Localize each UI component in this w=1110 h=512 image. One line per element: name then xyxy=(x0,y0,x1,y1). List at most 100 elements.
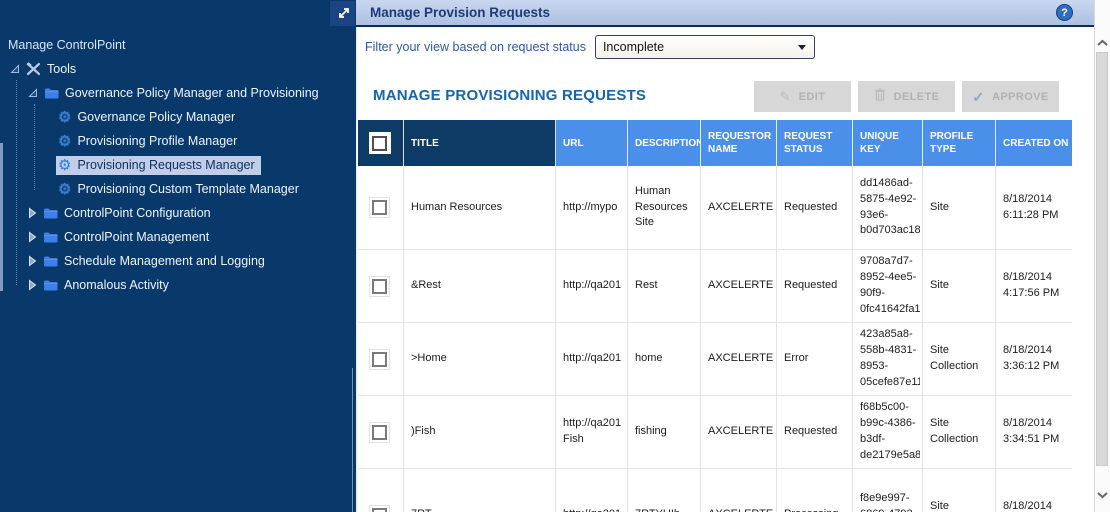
gear-icon: ⚙ xyxy=(58,134,71,149)
checkbox-box xyxy=(372,425,387,440)
cell-created-on: 8/18/2014 3:33:29 PM xyxy=(996,469,1072,512)
row-select-cell xyxy=(358,323,404,395)
select-all-checkbox[interactable] xyxy=(369,132,391,154)
sidebar-title: Manage ControlPoint xyxy=(0,33,352,57)
cell-status: Requested xyxy=(777,166,853,249)
sidebar-item-controlpoint-management[interactable]: ControlPoint Management xyxy=(0,225,352,249)
expand-arrow-icon[interactable] xyxy=(28,88,38,98)
row-checkbox[interactable] xyxy=(369,422,390,443)
trash-icon xyxy=(874,88,886,106)
table-header-row: TITLE URL DESCRIPTION REQUESTOR NAME REQ… xyxy=(358,120,1072,166)
cell-url: http://qa201 Fish xyxy=(556,396,628,468)
cell-unique-key: f68b5c00-b99c-4386-b3df-de2179e5a8c xyxy=(853,396,923,468)
sidebar-item-label: Schedule Management and Logging xyxy=(64,254,265,268)
edit-button[interactable]: ✎ EDIT xyxy=(754,81,851,112)
row-checkbox[interactable] xyxy=(369,197,390,218)
cell-created-on: 8/18/2014 4:17:56 PM xyxy=(996,250,1072,322)
cell-url: http://qa201 xyxy=(556,250,628,322)
cell-title: 7RT xyxy=(404,469,556,512)
scrollbar-thumb[interactable] xyxy=(1096,52,1108,466)
sidebar-item-provisioning-profile-manager[interactable]: ⚙ Provisioning Profile Manager xyxy=(0,129,352,153)
vertical-scrollbar[interactable] xyxy=(1094,0,1110,512)
column-header-created-on[interactable]: CREATED ON xyxy=(996,120,1072,166)
sidebar-item-label: Governance Policy Manager xyxy=(77,110,235,124)
table-row[interactable]: )Fish http://qa201 Fish fishing AXCELERT… xyxy=(358,396,1072,469)
cell-url: http://qa201 xyxy=(556,469,628,512)
cell-unique-key: 423a85a8-558b-4831-8953-05cefe87e114 xyxy=(853,323,923,395)
column-header-url[interactable]: URL xyxy=(556,120,628,166)
row-checkbox[interactable] xyxy=(369,276,390,297)
row-select-cell xyxy=(358,469,404,512)
collapse-arrow-icon[interactable] xyxy=(28,255,37,267)
checkbox-box xyxy=(372,200,387,215)
table-row[interactable]: >Home http://qa201 home AXCELERTES Error… xyxy=(358,323,1072,396)
sidebar-item-label: Governance Policy Manager and Provisioni… xyxy=(65,86,319,100)
cell-profile-type: Site Collection xyxy=(923,469,996,512)
sidebar-item-provisioning-custom-template-manager[interactable]: ⚙Provisioning Custom Template Manager xyxy=(0,177,352,201)
scroll-down-icon[interactable] xyxy=(1097,486,1108,504)
row-checkbox[interactable] xyxy=(369,349,390,370)
table-row[interactable]: Human Resources http://mypo Human Resour… xyxy=(358,166,1072,250)
cell-status: Requested xyxy=(777,250,853,322)
sidebar-item-label: Tools xyxy=(47,62,76,76)
cell-description: fishing xyxy=(628,396,701,468)
chevron-down-icon xyxy=(798,45,806,50)
approve-button[interactable]: ✓ APPROVE xyxy=(962,81,1059,112)
column-header-title[interactable]: TITLE xyxy=(404,120,556,166)
edit-button-label: EDIT xyxy=(799,91,826,103)
navigation-tree: Manage ControlPoint Tools xyxy=(0,33,352,297)
column-header-description[interactable]: DESCRIPTION xyxy=(628,120,701,166)
cell-description: 7RTYUIh xyxy=(628,469,701,512)
cell-created-on: 8/18/2014 6:11:28 PM xyxy=(996,166,1072,249)
sidebar-item-schedule-management[interactable]: Schedule Management and Logging xyxy=(0,249,352,273)
row-checkbox[interactable] xyxy=(369,505,390,512)
cell-requestor: AXCELERTES xyxy=(701,323,777,395)
sidebar-item-provisioning-requests-manager[interactable]: ⚙Provisioning Requests Manager xyxy=(0,153,352,177)
checkbox-box xyxy=(372,352,387,367)
checkbox-box xyxy=(372,279,387,294)
sidebar-item-governance-group[interactable]: Governance Policy Manager and Provisioni… xyxy=(0,81,352,105)
sidebar-item-label: Anomalous Activity xyxy=(64,278,169,292)
column-header-profile-type[interactable]: PROFILE TYPE xyxy=(923,120,996,166)
row-select-cell xyxy=(358,250,404,322)
sidebar-item-tools[interactable]: Tools xyxy=(0,57,352,81)
help-icon[interactable]: ? xyxy=(1056,4,1073,21)
table-row[interactable]: 7RT http://qa201 7RTYUIh AXCELERTES Proc… xyxy=(358,469,1072,512)
app-root: Manage ControlPoint Tools xyxy=(0,0,1110,512)
column-header-requestor-name[interactable]: REQUESTOR NAME xyxy=(701,120,777,166)
panel-titlebar: Manage Provision Requests xyxy=(356,0,1094,27)
expand-arrow-icon[interactable] xyxy=(10,64,20,74)
sidebar-item-controlpoint-configuration[interactable]: ControlPoint Configuration xyxy=(0,201,352,225)
folder-icon xyxy=(43,207,58,219)
folder-icon xyxy=(43,279,58,291)
sidebar-item-governance-policy-manager[interactable]: ⚙Governance Policy Manager xyxy=(0,105,352,129)
cell-created-on: 8/18/2014 3:36:12 PM xyxy=(996,323,1072,395)
cell-status: Processing xyxy=(777,469,853,512)
scroll-up-icon[interactable] xyxy=(1097,34,1108,52)
collapse-arrow-icon[interactable] xyxy=(28,207,37,219)
main-content: Filter your view based on request status… xyxy=(356,27,1094,512)
delete-button[interactable]: DELETE xyxy=(858,81,955,112)
filter-row: Filter your view based on request status… xyxy=(365,35,815,59)
cell-profile-type: Site xyxy=(923,166,996,249)
cell-profile-type: Site xyxy=(923,250,996,322)
provisioning-requests-table: TITLE URL DESCRIPTION REQUESTOR NAME REQ… xyxy=(358,120,1072,512)
column-header-unique-key[interactable]: UNIQUE KEY xyxy=(853,120,923,166)
action-buttons: ✎ EDIT DELETE ✓ APPROVE xyxy=(754,81,1059,112)
cell-unique-key: 9708a7d7-8952-4ee5-90f9-0fc41642fa1e xyxy=(853,250,923,322)
sidebar-item-label: ControlPoint Management xyxy=(64,230,209,244)
sidebar-item-anomalous-activity[interactable]: Anomalous Activity xyxy=(0,273,352,297)
cell-url: http://mypo xyxy=(556,166,628,249)
popout-button[interactable] xyxy=(330,1,355,26)
cell-description: Rest xyxy=(628,250,701,322)
table-row[interactable]: &Rest http://qa201 Rest AXCELERTES Reque… xyxy=(358,250,1072,323)
sidebar-item-label: Provisioning Profile Manager xyxy=(77,134,237,148)
gear-icon: ⚙ xyxy=(58,158,71,173)
folder-icon xyxy=(44,87,59,99)
collapse-arrow-icon[interactable] xyxy=(28,231,37,243)
folder-icon xyxy=(43,231,58,243)
column-header-request-status[interactable]: REQUEST STATUS xyxy=(777,120,853,166)
folder-icon xyxy=(43,255,58,267)
collapse-arrow-icon[interactable] xyxy=(28,279,37,291)
request-status-dropdown[interactable]: Incomplete xyxy=(595,35,815,59)
